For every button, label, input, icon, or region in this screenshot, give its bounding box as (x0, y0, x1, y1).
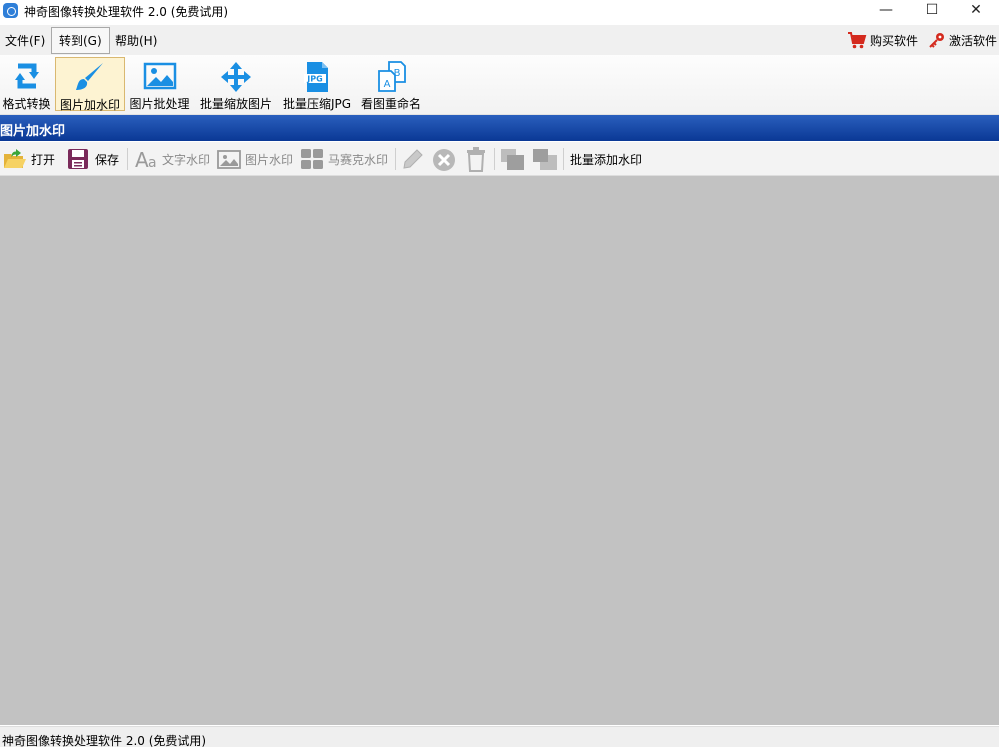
delete-circle-icon[interactable] (432, 148, 456, 172)
window-title: 神奇图像转换处理软件 2.0 (免费试用) (24, 5, 229, 19)
ribbon-format-convert-label: 格式转换 (2, 97, 51, 111)
ribbon-batch-compress[interactable]: JPG 批量压缩JPG (280, 57, 354, 111)
activate-software-label: 激活软件 (949, 34, 998, 48)
svg-text:A: A (135, 148, 149, 170)
toolbar-separator (127, 148, 128, 170)
brush-icon (76, 63, 103, 90)
bring-to-front-icon[interactable] (500, 148, 526, 172)
watermark-toolbar: 打开 保存 A a 文字水印 图片水印 马赛克水印 批量添加水印 (0, 142, 999, 176)
send-to-back-icon[interactable] (532, 148, 558, 172)
move-arrows-icon (221, 62, 251, 92)
menu-help[interactable]: 帮助(H) (110, 31, 162, 50)
picture-icon (217, 150, 241, 169)
open-button[interactable]: 打开 (3, 148, 59, 170)
image-watermark-label: 图片水印 (245, 153, 294, 167)
buy-software-label: 购买软件 (870, 34, 919, 48)
ribbon-toolbar: 格式转换 图片加水印 图片批处理 批量缩放图片 JPG 批量压缩JPG B A … (0, 55, 999, 115)
open-folder-icon (4, 149, 26, 168)
ribbon-rename[interactable]: B A 看图重命名 (359, 57, 423, 111)
jpg-file-icon: JPG (304, 62, 328, 92)
toolbar-separator (563, 148, 564, 170)
ribbon-batch-resize[interactable]: 批量缩放图片 (198, 57, 274, 111)
batch-add-watermark-button[interactable]: 批量添加水印 (570, 148, 650, 170)
mosaic-watermark-label: 马赛克水印 (328, 153, 389, 167)
ribbon-batch-process-label: 图片批处理 (129, 97, 190, 111)
mosaic-watermark-button[interactable]: 马赛克水印 (300, 148, 390, 170)
svg-text:JPG: JPG (306, 75, 322, 84)
app-icon (3, 3, 18, 18)
open-label: 打开 (31, 153, 56, 167)
save-button[interactable]: 保存 (67, 148, 121, 170)
text-watermark-button[interactable]: A a 文字水印 (134, 148, 212, 170)
image-canvas[interactable] (0, 176, 999, 725)
section-header: 图片加水印 (0, 115, 999, 141)
status-bar: 神奇图像转换处理软件 2.0 (免费试用) (0, 726, 999, 748)
pencil-icon[interactable] (402, 148, 424, 170)
text-aa-icon: A a (135, 148, 157, 170)
buy-software-button[interactable]: 购买软件 (847, 30, 923, 50)
section-title: 图片加水印 (0, 124, 66, 139)
ribbon-format-convert[interactable]: 格式转换 (0, 57, 53, 111)
menu-bar: 文件(F) 转到(G) 帮助(H) 购买软件 激活软件 (0, 25, 999, 55)
maximize-button[interactable]: ☐ (909, 0, 955, 22)
minimize-button[interactable]: — (863, 0, 909, 22)
svg-text:A: A (384, 79, 391, 90)
menu-goto[interactable]: 转到(G) (51, 27, 110, 54)
mosaic-grid-icon (301, 149, 323, 169)
ribbon-add-watermark[interactable]: 图片加水印 (55, 57, 125, 112)
rename-files-icon: B A (378, 61, 406, 92)
key-icon (929, 33, 944, 48)
save-label: 保存 (95, 153, 120, 167)
ribbon-batch-process[interactable]: 图片批处理 (127, 57, 192, 111)
close-button[interactable]: ✕ (953, 0, 999, 22)
activate-software-button[interactable]: 激活软件 (928, 30, 999, 50)
ribbon-batch-compress-label: 批量压缩JPG (282, 97, 352, 111)
trash-icon[interactable] (464, 147, 488, 172)
toolbar-separator (395, 148, 396, 170)
batch-add-watermark-label: 批量添加水印 (570, 153, 643, 167)
text-watermark-label: 文字水印 (162, 153, 211, 167)
ribbon-batch-resize-label: 批量缩放图片 (199, 97, 272, 111)
image-watermark-button[interactable]: 图片水印 (217, 148, 295, 170)
image-icon (143, 62, 176, 90)
ribbon-add-watermark-label: 图片加水印 (59, 98, 120, 112)
title-bar: 神奇图像转换处理软件 2.0 (免费试用) — ☐ ✕ (0, 0, 999, 22)
menu-file[interactable]: 文件(F) (0, 31, 50, 50)
save-disk-icon (68, 149, 88, 169)
ribbon-rename-label: 看图重命名 (360, 97, 421, 111)
cart-icon (848, 32, 867, 49)
svg-text:a: a (148, 155, 157, 170)
toolbar-separator (494, 148, 495, 170)
convert-arrows-icon (14, 63, 39, 89)
status-text: 神奇图像转换处理软件 2.0 (免费试用) (2, 734, 207, 748)
